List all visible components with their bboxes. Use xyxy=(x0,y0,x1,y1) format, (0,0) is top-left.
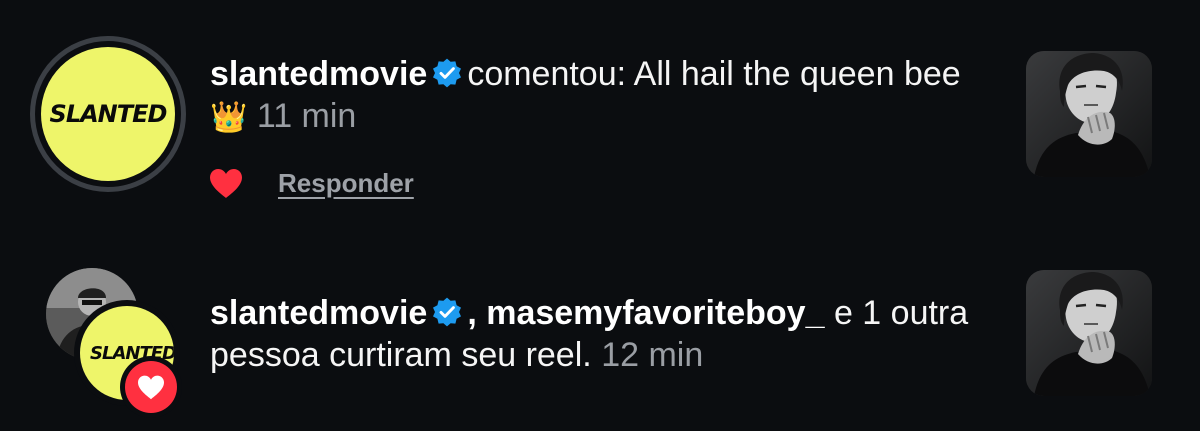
timestamp: 12 min xyxy=(601,336,704,374)
reply-button[interactable]: Responder xyxy=(278,168,414,199)
username-link[interactable]: slantedmovie xyxy=(210,55,427,93)
separator: , xyxy=(467,294,477,332)
notification-like[interactable]: SLANTED slantedmovie , masemyfavoriteboy… xyxy=(0,230,1200,431)
reel-thumbnail[interactable] xyxy=(1026,51,1152,177)
verified-badge-icon xyxy=(433,58,462,88)
heart-icon xyxy=(138,375,164,400)
notification-text: slantedmovie comentou: All hail the quee… xyxy=(210,53,1000,139)
reel-thumbnail[interactable] xyxy=(1026,270,1152,396)
crown-icon: 👑 xyxy=(210,101,248,134)
like-badge xyxy=(120,356,182,418)
username2-link[interactable]: masemyfavoriteboy_ xyxy=(486,294,824,332)
comment-actions: Responder xyxy=(208,165,414,201)
like-badge-core xyxy=(125,361,177,413)
avatar-logo: SLANTED xyxy=(41,47,175,181)
avatar-slantedmovie[interactable]: SLANTED xyxy=(30,36,186,192)
notification-text: slantedmovie , masemyfavoriteboy_ e 1 ou… xyxy=(210,292,1000,376)
avatar-logo-text: SLANTED xyxy=(49,100,168,128)
reel-thumbnail-image xyxy=(1026,51,1152,177)
username-link[interactable]: slantedmovie xyxy=(210,294,427,332)
timestamp: 11 min xyxy=(256,97,357,135)
notification-comment[interactable]: SLANTED slantedmovie comentou: All hail … xyxy=(0,0,1200,230)
verified-badge-icon xyxy=(433,297,462,327)
reel-thumbnail-image xyxy=(1026,270,1152,396)
like-heart-icon[interactable] xyxy=(208,167,244,199)
comment-message: comentou: All hail the queen bee xyxy=(467,55,961,93)
